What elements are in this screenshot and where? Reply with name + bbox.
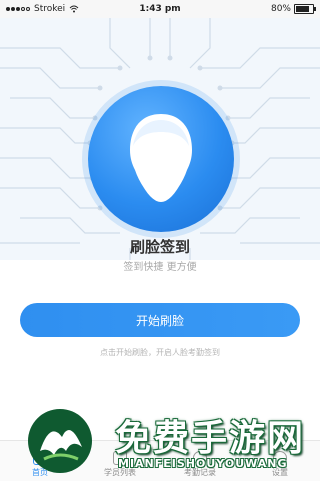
watermark-logo-icon — [28, 409, 92, 473]
carrier-label: Strokei — [34, 4, 66, 14]
wifi-icon — [69, 5, 79, 13]
status-bar: Strokei 1:43 pm 80% — [0, 0, 320, 18]
face-scan-icon — [88, 86, 234, 232]
page-title: 刷脸签到 — [129, 238, 190, 256]
battery-percent: 80% — [270, 4, 291, 14]
hint-text: 点击开始刷脸，开启人脸考勤签到 — [100, 348, 220, 357]
start-face-scan-button[interactable]: 开始刷脸 — [20, 303, 300, 337]
watermark-text: 免费手游网 — [115, 418, 306, 459]
signal-icon — [6, 7, 30, 11]
watermark: 免费手游网 MIANFEISHOUYOUWANG — [20, 405, 320, 480]
status-left: Strokei — [6, 4, 79, 14]
battery-icon — [294, 4, 316, 14]
page-subtitle: 签到快捷 更方便 — [123, 262, 197, 273]
hero-area — [0, 18, 320, 260]
status-right: 80% — [270, 4, 316, 14]
watermark-subtext: MIANFEISHOUYOUWANG — [118, 457, 288, 470]
